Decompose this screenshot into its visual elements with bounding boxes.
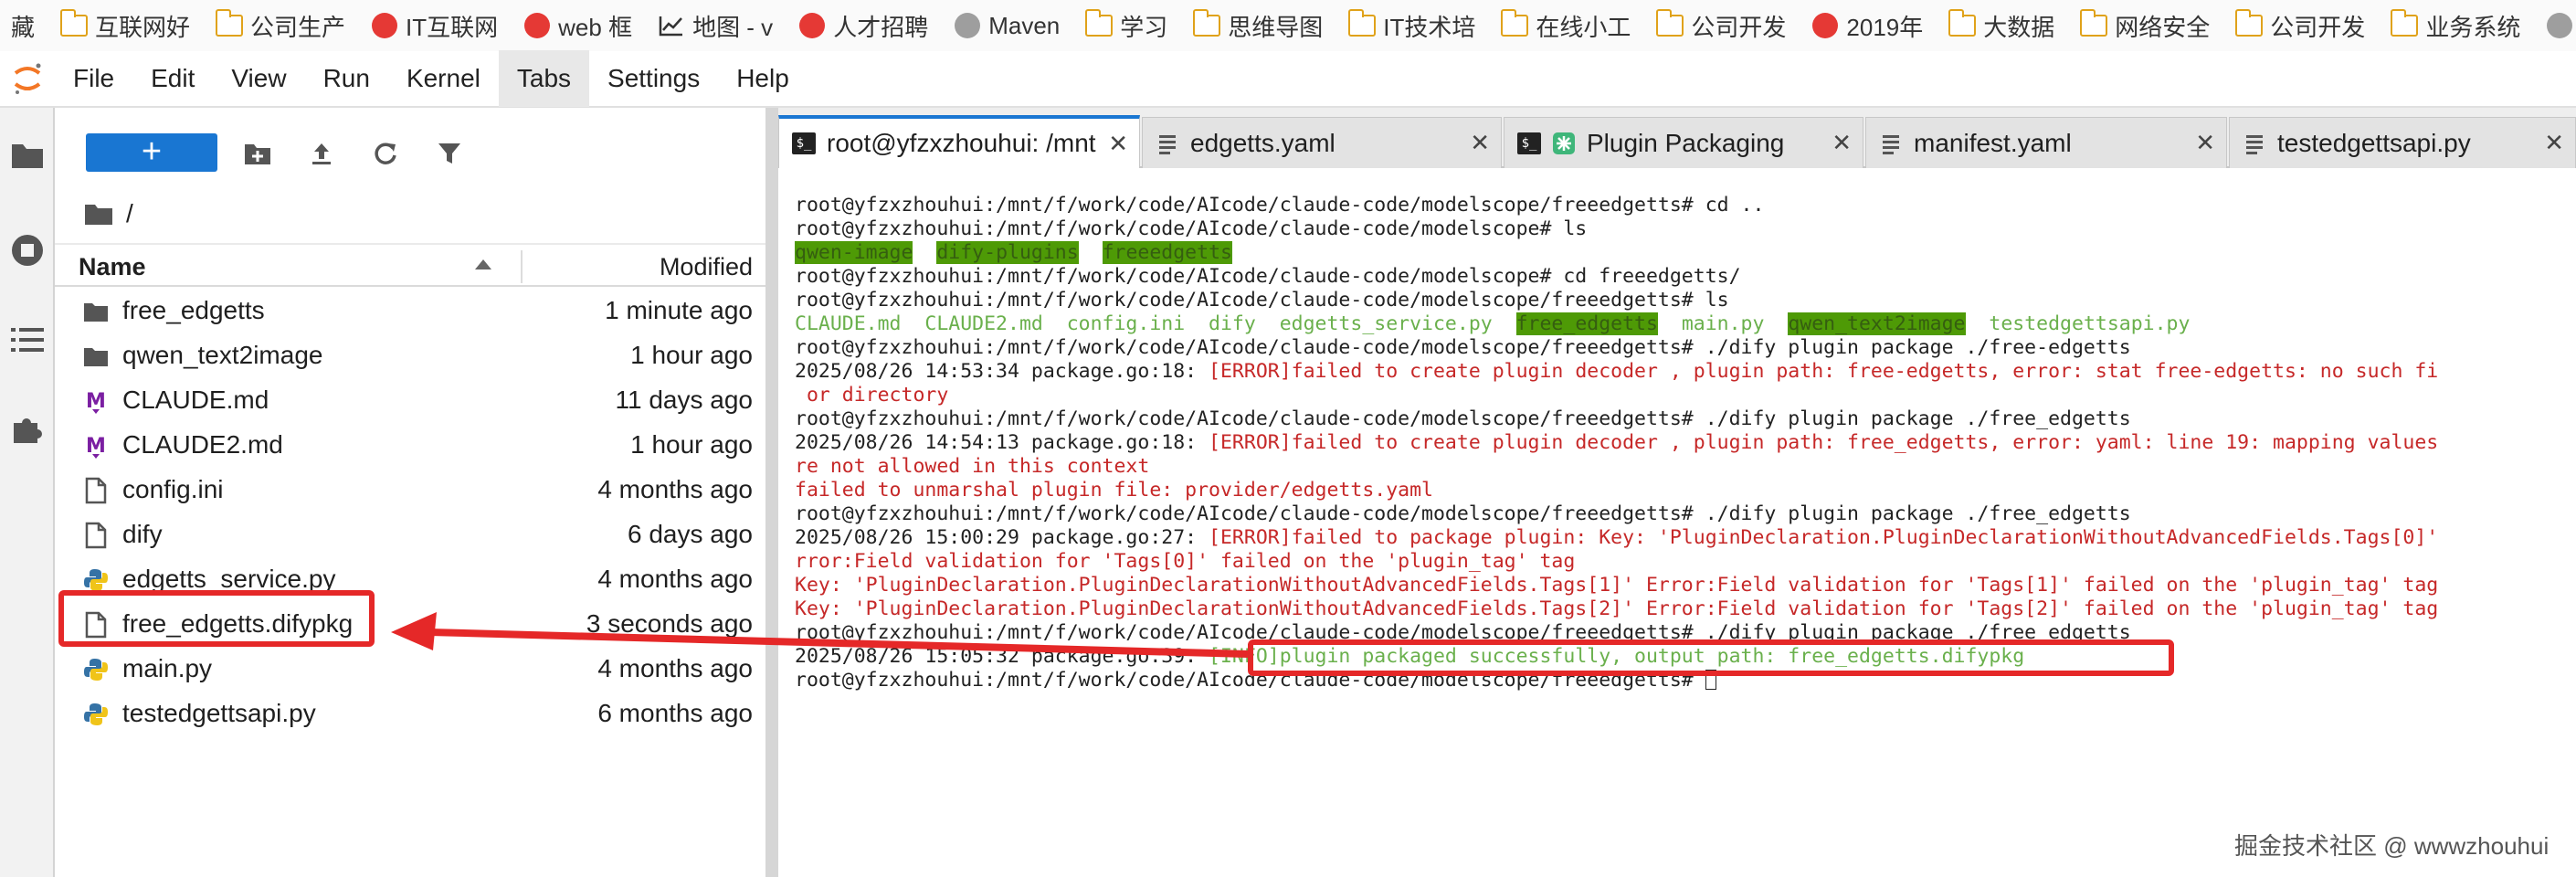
watermark: 掘金技术社区 @ wwwzhouhui — [2234, 832, 2550, 860]
annotation-arrow — [391, 612, 1249, 658]
